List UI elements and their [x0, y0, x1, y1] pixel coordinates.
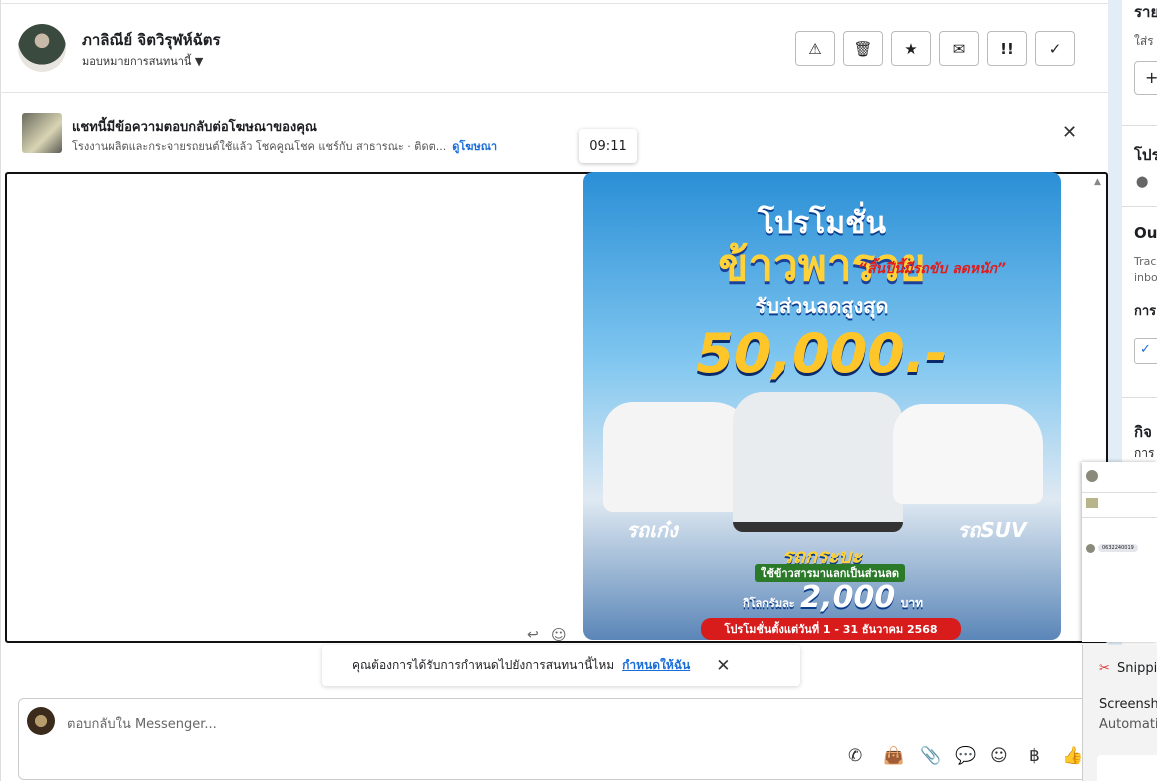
assign-prompt-toast: คุณต้องการได้รับการกำหนดไปยังการสนทนานี้…	[322, 645, 800, 686]
panel-text: Trac	[1134, 255, 1157, 268]
toast-text: คุณต้องการได้รับการกำหนดไปยังการสนทนานี้…	[352, 658, 615, 672]
view-ad-link[interactable]: ดูโฆษณา	[452, 140, 497, 153]
reply-composer[interactable]	[18, 698, 1108, 780]
panel-label: การ	[1134, 304, 1157, 319]
attachment-icon[interactable]: 📎	[920, 746, 941, 766]
done-button[interactable]: ✓	[1035, 31, 1075, 66]
close-toast-icon[interactable]: ✕	[716, 656, 730, 676]
ad-text: รับส่วนลดสูงสุด	[755, 294, 889, 318]
trash-icon: 🗑	[853, 39, 873, 58]
divider	[0, 92, 1108, 93]
reply-input[interactable]: ตอบกลับใน Messenger...	[67, 713, 217, 734]
scroll-up-arrow-icon[interactable]: ▲	[1094, 177, 1101, 187]
checkbox[interactable]: ✓	[1134, 338, 1157, 364]
panel-text: ใส่ร	[1134, 34, 1154, 48]
panel-heading: กิจ	[1134, 423, 1152, 441]
shopping-bag-icon[interactable]: 👜	[883, 746, 904, 766]
report-button[interactable]: ⚠	[795, 31, 835, 66]
sedan-car-image	[603, 402, 753, 512]
assign-to-me-link[interactable]: กำหนดให้ฉัน	[622, 656, 690, 675]
ad-text: โปรโมชั่นตั้งแต่วันที่ 1 - 31 ธันวาคม 25…	[701, 618, 961, 640]
ad-text: 2,000	[800, 580, 896, 615]
scissors-icon: ✂	[1099, 661, 1110, 676]
important-button[interactable]: !!	[987, 31, 1027, 66]
star-button[interactable]: ★	[891, 31, 931, 66]
price-line: กิโลกรัมละ 2,000 บาท	[733, 580, 933, 615]
location-icon: ⬤	[1136, 175, 1149, 188]
ad-banner-subtitle: โรงงานผลิตและกระจายรถยนต์ใช้แล้ว โชคคูณโ…	[72, 137, 497, 155]
mail-icon: ✉	[952, 39, 966, 58]
warning-icon: ⚠	[808, 39, 822, 58]
ad-text: “สิ้นปีนี้มีรถขับ ลดหนัก”	[857, 261, 1007, 277]
panel-heading: โปร	[1134, 146, 1157, 164]
reply-icon[interactable]: ↩	[527, 627, 539, 643]
assign-label: มอบหมายการสนทนานี้	[82, 55, 192, 68]
ad-text: บาท	[900, 596, 924, 610]
ad-subtitle-text: โรงงานผลิตและกระจายรถยนต์ใช้แล้ว โชคคูณโ…	[72, 140, 447, 153]
mark-unread-button[interactable]: ✉	[939, 31, 979, 66]
caret-down-icon: ▼	[194, 55, 204, 68]
assign-dropdown[interactable]: มอบหมายการสนทนานี้ ▼	[82, 52, 203, 70]
panel-heading: ราย	[1134, 3, 1157, 21]
pickup-car-image	[733, 392, 903, 532]
ad-thumbnail[interactable]	[22, 113, 62, 153]
snip-app-name: Snippi	[1117, 661, 1157, 676]
ad-text: 50,000.-	[696, 322, 948, 385]
ad-image-message[interactable]: โปรโมชั่น ข้าวพารวย “สิ้นปีนี้มีรถขับ ลด…	[583, 172, 1061, 640]
snipping-tool-notification[interactable]: ✂ Snippi Screensho Automatic	[1082, 645, 1157, 781]
contact-name: ภาลิณีย์ จิตวิรุฬห์ฉัตร	[82, 31, 221, 49]
divider	[0, 3, 1108, 4]
page-avatar	[27, 707, 55, 735]
message-time-tooltip: 09:11	[579, 129, 637, 163]
phone-icon[interactable]: ✆	[848, 746, 862, 766]
important-icon: !!	[1000, 39, 1014, 58]
thumbnail-phone: 0632240019	[1098, 544, 1138, 552]
close-ad-banner-icon[interactable]: ✕	[1062, 122, 1077, 143]
panel-text: inbo	[1134, 271, 1157, 284]
ad-banner-title: แชทนี้มีข้อความตอบกลับต่อโฆษณาของคุณ	[72, 120, 317, 135]
screenshot-thumbnail-preview[interactable]: 0632240019	[1082, 462, 1157, 642]
emoji-icon[interactable]: ☺	[990, 746, 1008, 766]
panel-heading: Ou	[1134, 224, 1157, 242]
suv-car-image	[893, 404, 1043, 504]
snip-text: Screensho	[1099, 697, 1157, 712]
ad-text: กิโลกรัมละ	[742, 597, 795, 610]
add-button[interactable]: +	[1134, 61, 1157, 95]
delete-button[interactable]: 🗑	[843, 31, 883, 66]
like-icon[interactable]: 👍	[1062, 746, 1083, 766]
avatar[interactable]	[18, 24, 66, 72]
check-icon: ✓	[1048, 39, 1062, 58]
star-icon: ★	[904, 39, 918, 58]
payment-icon[interactable]: ฿	[1029, 746, 1040, 766]
panel-text: การ	[1134, 446, 1155, 460]
snip-text: Automatic	[1099, 717, 1157, 732]
saved-replies-icon[interactable]: 💬	[955, 746, 976, 766]
react-emoji-icon[interactable]: ☺	[551, 626, 567, 644]
